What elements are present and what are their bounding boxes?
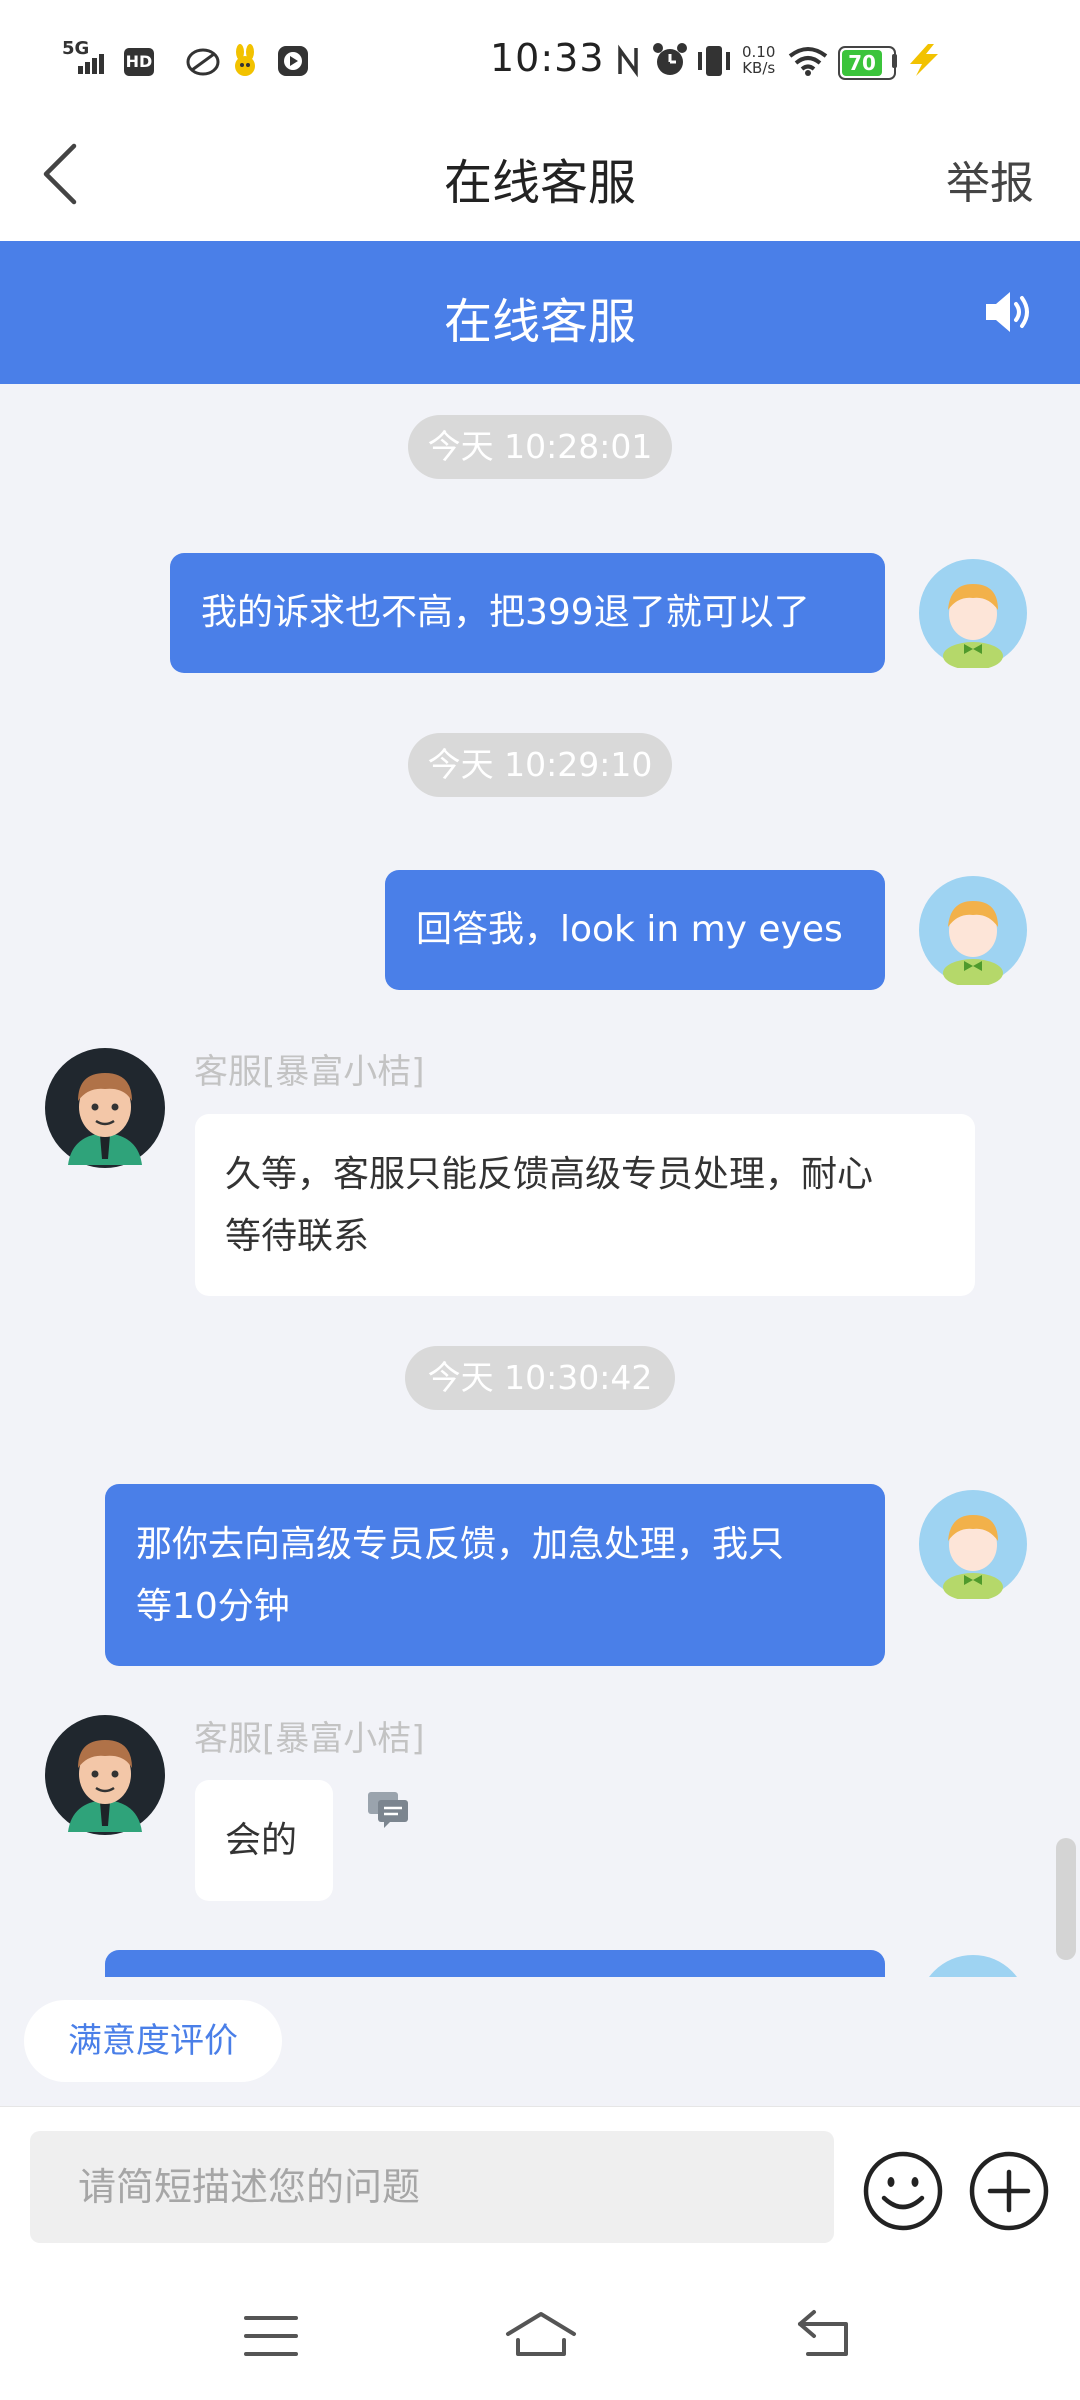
alarm-icon (653, 43, 687, 75)
home-icon[interactable] (504, 2310, 578, 2360)
back-icon[interactable] (794, 2308, 854, 2360)
user-avatar[interactable] (918, 558, 1028, 668)
speaker-icon[interactable] (982, 288, 1034, 336)
incoming-message[interactable]: 会的 (195, 1780, 333, 1901)
user-avatar[interactable] (918, 875, 1028, 985)
timestamp: 今天 10:30:42 (405, 1346, 675, 1410)
message-line: 等待联系 (225, 1216, 370, 1257)
charging-icon (910, 44, 938, 76)
wifi-icon (788, 47, 828, 76)
chat-header-title: 在线客服 (443, 294, 636, 350)
agent-avatar[interactable] (44, 1047, 166, 1169)
clock-time: 10:33 (490, 36, 605, 80)
outgoing-message[interactable]: 回答我，look in my eyes (385, 870, 885, 990)
emoji-icon[interactable] (862, 2150, 944, 2232)
user-avatar-partial (918, 1955, 1028, 1977)
agent-name: 客服[暴富小桔] (194, 1052, 425, 1092)
message-line: 等10分钟 (136, 1586, 290, 1627)
incoming-message[interactable]: 久等，客服只能反馈高级专员处理，耐心 等待联系 (195, 1114, 975, 1296)
user-avatar[interactable] (918, 1489, 1028, 1599)
battery-cap (892, 54, 897, 68)
signal-icon (78, 54, 104, 74)
timestamp: 今天 10:29:10 (408, 733, 672, 797)
message-line: 久等，客服只能反馈高级专员处理，耐心 (225, 1154, 874, 1195)
satisfaction-rating-button[interactable]: 满意度评价 (24, 2000, 282, 2082)
hd-icon: HD (124, 48, 154, 76)
agent-name: 客服[暴富小桔] (194, 1719, 425, 1759)
vibrate-icon (698, 46, 730, 76)
app-notification-icon (186, 48, 220, 76)
report-button[interactable]: 举报 (946, 147, 1034, 211)
message-input[interactable] (30, 2131, 834, 2243)
status-bar: 5G HD 10:33 0.10 KB/s 70 (0, 0, 1080, 120)
menu-icon[interactable] (244, 2314, 300, 2358)
page-title: 在线客服 (443, 155, 636, 211)
outgoing-message-partial[interactable] (105, 1950, 885, 1977)
timestamp: 今天 10:28:01 (408, 415, 672, 479)
battery-icon: 70 (838, 46, 896, 80)
bunny-app-icon (235, 44, 255, 76)
agent-avatar[interactable] (44, 1714, 166, 1836)
plus-icon[interactable] (968, 2150, 1050, 2232)
chat-scrollbar[interactable] (1056, 1838, 1076, 1960)
feedback-icon[interactable] (366, 1790, 410, 1830)
message-line: 那你去向高级专员反馈，加急处理，我只 (136, 1524, 785, 1565)
outgoing-message[interactable]: 那你去向高级专员反馈，加急处理，我只 等10分钟 (105, 1484, 885, 1666)
network-speed: 0.10 KB/s (742, 43, 776, 77)
nfc-icon (618, 44, 638, 78)
play-app-icon (278, 46, 308, 76)
outgoing-message[interactable]: 我的诉求也不高，把399退了就可以了 (170, 553, 885, 673)
